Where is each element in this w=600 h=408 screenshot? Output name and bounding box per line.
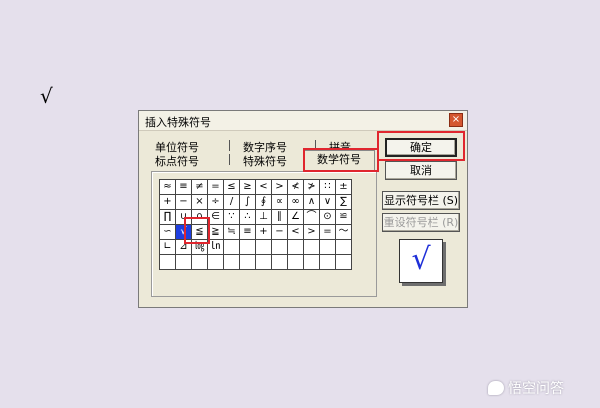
dialog-title: 插入特殊符号 [145,116,211,129]
symbol-cell[interactable]: ∥ [272,210,288,225]
symbol-cell[interactable]: ≮ [288,180,304,195]
symbol-cell[interactable]: ≌ [336,210,352,225]
symbol-cell[interactable]: ∪ [176,210,192,225]
symbol-cell[interactable]: ≥ [240,180,256,195]
symbol-cell[interactable]: > [272,180,288,195]
symbol-cell[interactable]: ≈ [160,180,176,195]
symbol-cell[interactable] [320,255,336,270]
symbol-cell[interactable] [240,255,256,270]
symbol-cell[interactable]: ≧ [208,225,224,240]
symbol-cell[interactable] [336,240,352,255]
symbol-cell[interactable]: < [288,225,304,240]
symbol-cell[interactable] [336,255,352,270]
symbol-cell[interactable] [288,255,304,270]
symbol-cell[interactable] [192,255,208,270]
symbol-cell[interactable]: ≒ [224,225,240,240]
symbol-cell[interactable]: ≦ [192,225,208,240]
symbol-cell[interactable] [288,240,304,255]
symbol-cell[interactable] [160,255,176,270]
symbol-tabs: 单位符号 数字序号 拼音 标点符号 特殊符号 数学符号 [151,137,381,173]
symbol-cell[interactable]: ≡ [240,225,256,240]
symbol-cell[interactable]: ≯ [304,180,320,195]
symbol-cell[interactable] [176,255,192,270]
cancel-button[interactable]: 取消 [385,161,457,180]
symbol-preview: √ [399,239,443,283]
tab-punctuation[interactable]: 标点符号 [155,153,199,169]
symbol-cell[interactable] [304,240,320,255]
symbol-cell[interactable] [272,240,288,255]
symbol-cell[interactable]: ∩ [192,210,208,225]
symbol-cell[interactable]: = [208,180,224,195]
reset-symbol-bar-button: 重设符号栏 (R) [382,213,460,232]
insert-special-symbol-dialog: 插入特殊符号 × 单位符号 数字序号 拼音 标点符号 特殊符号 数学符号 ≈ ≡ ≠… [138,110,468,308]
symbol-cell[interactable]: √ [176,225,192,240]
symbol-cell[interactable] [256,255,272,270]
symbol-cell[interactable]: > [304,225,320,240]
symbol-cell[interactable]: ∠ [288,210,304,225]
symbol-cell[interactable]: × [192,195,208,210]
tab-math-symbols[interactable]: 数学符号 [303,150,375,170]
symbol-cell[interactable] [240,240,256,255]
symbol-cell[interactable] [256,240,272,255]
symbol-cell[interactable]: ∟ [160,240,176,255]
symbol-cell[interactable]: ± [336,180,352,195]
symbol-cell[interactable]: + [256,225,272,240]
tab-separator [229,154,230,165]
speech-bubble-icon [488,381,504,395]
symbol-cell[interactable]: ⊿ [176,240,192,255]
symbol-cell[interactable]: ÷ [208,195,224,210]
tab-special-symbols[interactable]: 特殊符号 [243,153,287,169]
ok-button[interactable]: 确定 [385,138,457,157]
symbol-cell[interactable] [320,240,336,255]
symbol-cell[interactable]: ∧ [304,195,320,210]
symbol-cell[interactable]: / [224,195,240,210]
dialog-titlebar[interactable]: 插入特殊符号 × [139,111,467,131]
symbol-cell[interactable] [224,240,240,255]
close-icon[interactable]: × [449,113,463,127]
symbol-cell[interactable]: ∞ [288,195,304,210]
symbol-cell[interactable]: + [160,195,176,210]
symbol-cell[interactable]: ⊙ [320,210,336,225]
symbol-cell[interactable]: ∷ [320,180,336,195]
loose-check-symbol: √ [40,84,53,108]
symbol-cell[interactable]: ㏒ [192,240,208,255]
symbol-cell[interactable]: ∑ [336,195,352,210]
watermark-text: 悟空问答 [508,381,564,397]
symbol-cell[interactable]: ㏑ [208,240,224,255]
tab-separator [229,140,230,151]
symbol-cell[interactable]: ∫ [240,195,256,210]
symbol-cell[interactable]: ～ [336,225,352,240]
symbol-cell[interactable]: ≤ [224,180,240,195]
symbol-cell[interactable]: ∈ [208,210,224,225]
symbol-cell[interactable]: ⌒ [304,210,320,225]
symbol-cell[interactable]: < [256,180,272,195]
symbol-cell[interactable] [272,255,288,270]
symbol-cell[interactable]: ∨ [320,195,336,210]
symbol-cell[interactable]: ≡ [176,180,192,195]
symbol-cell[interactable]: ∽ [160,225,176,240]
symbol-cell[interactable]: ∮ [256,195,272,210]
symbol-cell[interactable] [208,255,224,270]
symbol-cell[interactable]: = [320,225,336,240]
symbol-cell[interactable]: ∴ [240,210,256,225]
show-symbol-bar-button[interactable]: 显示符号栏 (S) [382,191,460,210]
symbol-grid: ≈ ≡ ≠ = ≤ ≥ < > ≮ ≯ ∷ ± + − × ÷ / ∫ ∮ ∝ ∞ ∧ ∨ ∑ ∏ ∪ ∩ ∈ ∵ ∴ ⊥ ∥ ∠ ⌒ ⊙ ≌ ∽ √ ≦ ≧… [159,179,352,270]
symbol-cell[interactable]: ⊥ [256,210,272,225]
symbol-cell[interactable]: − [272,225,288,240]
symbol-cell[interactable]: − [176,195,192,210]
symbol-cell[interactable]: ≠ [192,180,208,195]
symbol-cell[interactable]: ∝ [272,195,288,210]
symbol-cell[interactable] [224,255,240,270]
watermark: 悟空问答 [488,378,564,398]
symbol-cell[interactable]: ∏ [160,210,176,225]
symbol-cell[interactable]: ∵ [224,210,240,225]
symbol-cell[interactable] [304,255,320,270]
